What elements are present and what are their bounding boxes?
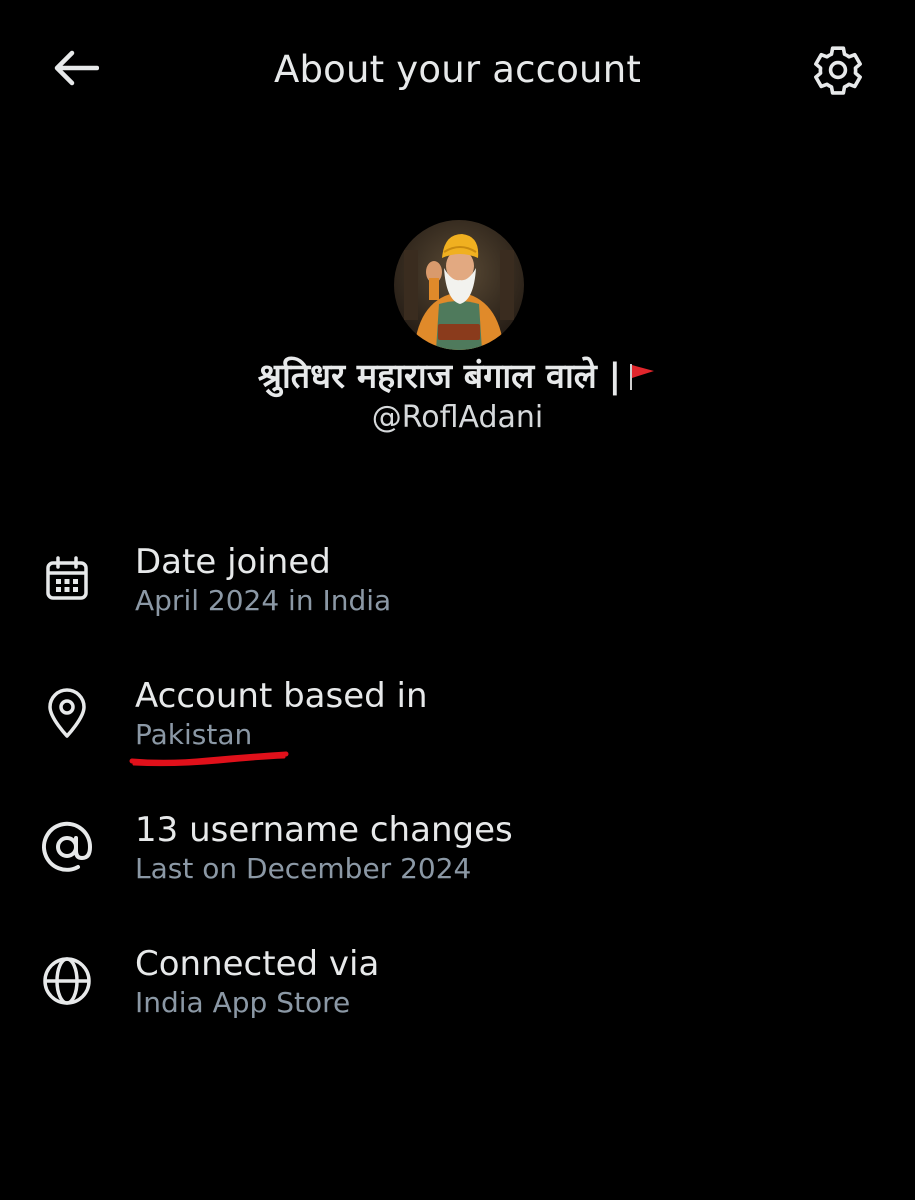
display-name-text: श्रुतिधर महाराज बंगाल वाले | [257,356,622,397]
username-changes-row: 13 username changes Last on December 202… [0,808,915,918]
date-joined-row: Date joined April 2024 in India [0,540,915,650]
username-changes-label: 13 username changes [135,810,513,850]
date-joined-value: April 2024 in India [135,584,392,617]
connected-via-label: Connected via [135,944,380,984]
calendar-icon [40,552,94,606]
location-pin-icon [40,686,94,740]
red-underline-annotation [129,751,289,767]
settings-button[interactable] [804,36,872,104]
at-sign-icon [40,820,94,874]
avatar[interactable] [394,220,524,350]
username-changes-value: Last on December 2024 [135,852,472,885]
connected-via-value: India App Store [135,986,351,1019]
connected-via-row: Connected via India App Store [0,942,915,1052]
page-title: About your account [273,48,642,91]
avatar-image [394,220,524,350]
globe-icon [40,954,94,1008]
gear-icon [814,46,862,95]
account-based-in-label: Account based in [135,676,428,716]
red-flag-icon [630,363,655,390]
top-app-bar: About your account [0,0,915,140]
date-joined-label: Date joined [135,542,331,582]
display-name: श्रुतिधर महाराज बंगाल वाले | [0,350,915,402]
username-handle: @RoflAdani [371,400,544,435]
